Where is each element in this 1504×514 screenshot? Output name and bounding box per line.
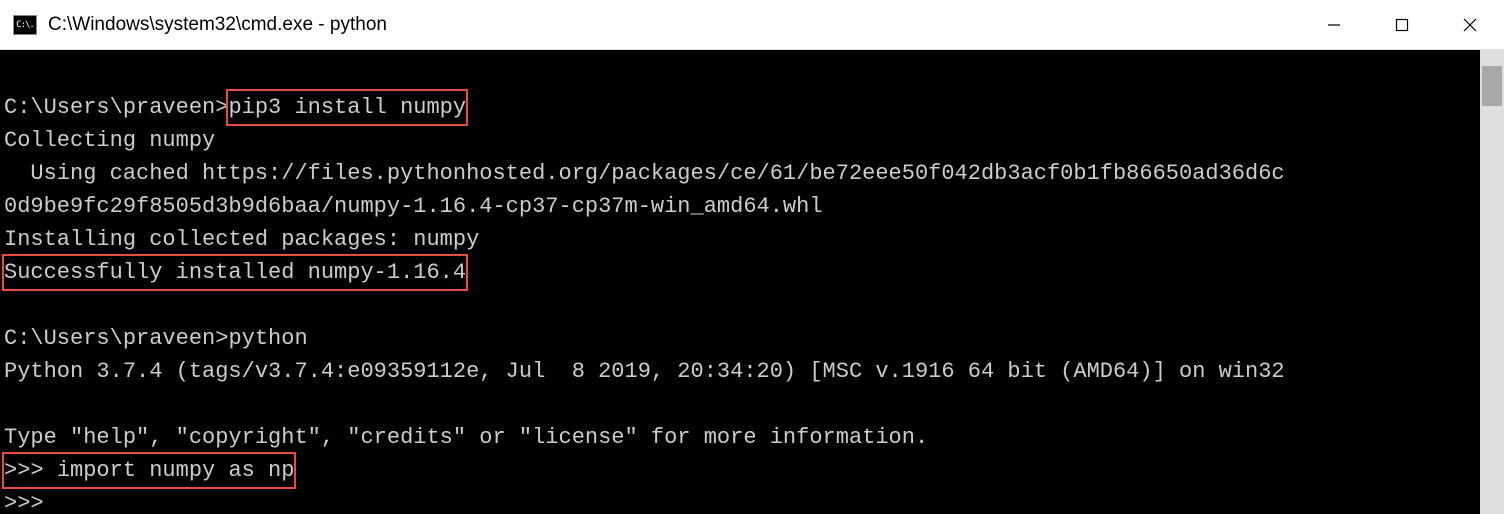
minimize-button[interactable] xyxy=(1300,0,1368,49)
command: python xyxy=(228,326,307,351)
close-button[interactable] xyxy=(1436,0,1504,49)
prompt: C:\Users\praveen> xyxy=(4,326,228,351)
highlighted-command: pip3 install numpy xyxy=(228,91,466,124)
window-title: C:\Windows\system32\cmd.exe - python xyxy=(48,14,1300,36)
window-controls xyxy=(1300,0,1504,49)
output-line: Collecting numpy xyxy=(4,124,1476,157)
output-line: Type "help", "copyright", "credits" or "… xyxy=(4,421,1476,454)
repl-prompt: >>> xyxy=(4,487,1476,514)
maximize-button[interactable] xyxy=(1368,0,1436,49)
output-line: Using cached https://files.pythonhosted.… xyxy=(4,157,1476,190)
prompt: C:\Users\praveen> xyxy=(4,95,228,120)
highlighted-output: Successfully installed numpy-1.16.4 xyxy=(4,256,466,289)
output-line: 0d9be9fc29f8505d3b9d6baa/numpy-1.16.4-cp… xyxy=(4,190,1476,223)
terminal-output[interactable]: C:\Users\praveen>pip3 install numpyColle… xyxy=(0,50,1480,514)
vertical-scrollbar[interactable] xyxy=(1480,50,1504,514)
output-line: Python 3.7.4 (tags/v3.7.4:e09359112e, Ju… xyxy=(4,355,1476,388)
repl-prompt: >>> xyxy=(4,458,57,483)
window-titlebar: C:\. C:\Windows\system32\cmd.exe - pytho… xyxy=(0,0,1504,50)
scrollbar-thumb[interactable] xyxy=(1482,66,1502,106)
cmd-icon: C:\. xyxy=(12,14,38,36)
output-line: Installing collected packages: numpy xyxy=(4,223,1476,256)
highlighted-repl: >>> import numpy as np xyxy=(4,454,294,487)
repl-command: import numpy as np xyxy=(57,458,295,483)
